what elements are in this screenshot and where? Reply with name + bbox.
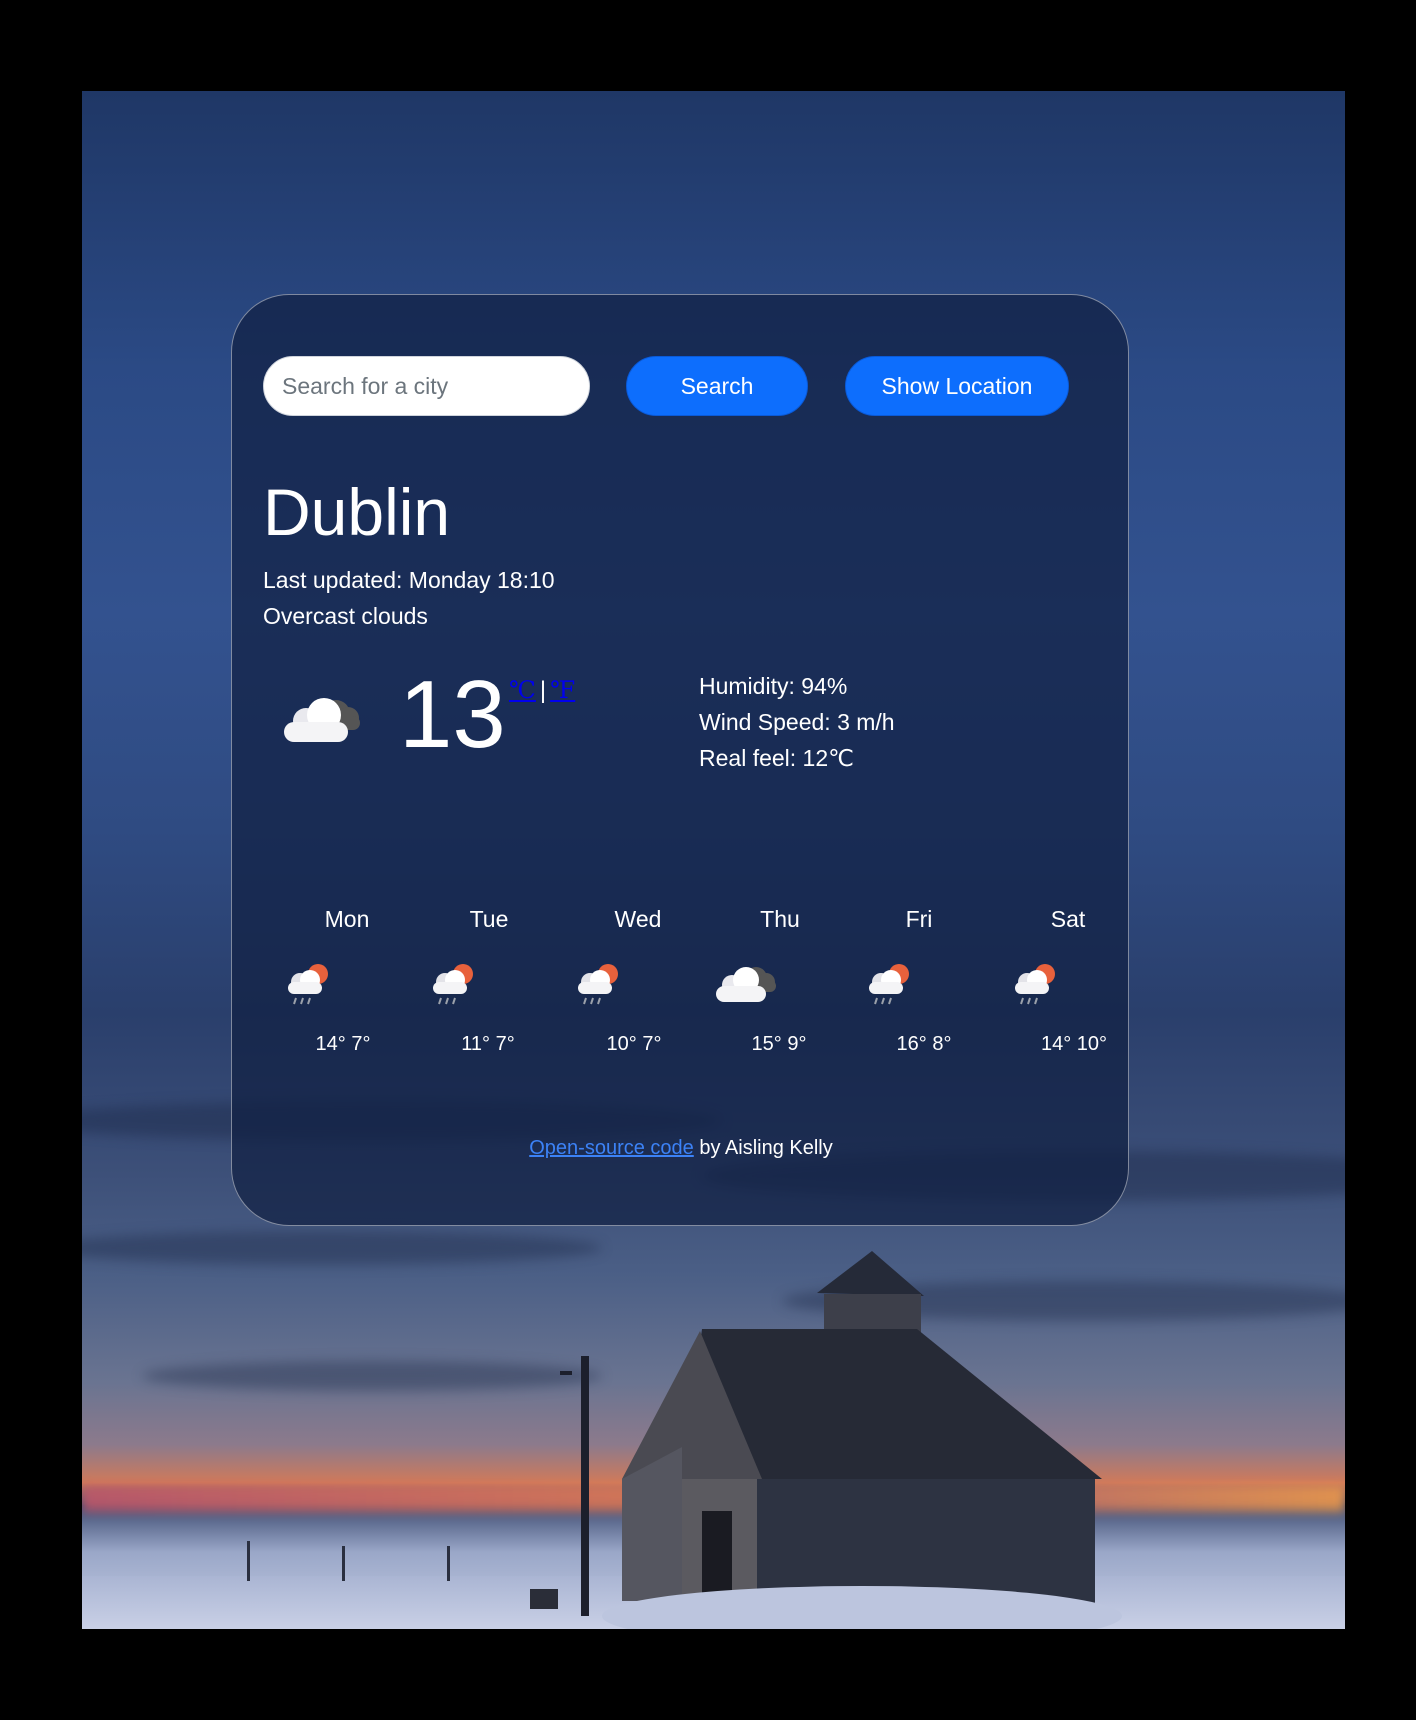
last-updated: Last updated: Monday 18:10 [263, 567, 555, 593]
forecast-day-fri: Fri [905, 906, 933, 932]
forecast-day-sat: Sat [1050, 906, 1086, 932]
unit-toggle: ℃ | ℉ [509, 676, 575, 705]
overcast-clouds-icon [716, 967, 776, 1002]
unit-separator: | [539, 677, 547, 704]
footer-author: by Aisling Kelly [693, 1137, 833, 1159]
forecast-day-thu: Thu [760, 906, 800, 932]
city-name: Dublin [263, 475, 451, 549]
weather-details: Humidity: 94% Wind Speed: 3 m/h Real fee… [699, 668, 895, 776]
celsius-link[interactable]: ℃ [509, 676, 536, 704]
overcast-clouds-icon [284, 698, 360, 742]
rain-sun-icon [869, 964, 909, 1005]
wind-speed: Wind Speed: 3 m/h [699, 709, 895, 735]
forecast-temps-thu: 15° 9° [751, 1033, 807, 1055]
real-feel: Real feel: 12℃ [699, 745, 854, 771]
weather-card: Search Show Location Dublin Last updated… [231, 294, 1129, 1226]
forecast-temps-wed: 10° 7° [606, 1033, 662, 1055]
rain-sun-icon [288, 964, 328, 1005]
forecast-temps-mon: 14° 7° [315, 1033, 371, 1055]
forecast-temps-tue: 11° 7° [461, 1033, 515, 1055]
fahrenheit-link[interactable]: ℉ [550, 676, 575, 704]
forecast-day-wed: Wed [614, 906, 662, 932]
weather-description: Overcast clouds [263, 603, 428, 629]
rain-sun-icon [578, 964, 618, 1005]
current-temperature: 13 [399, 661, 506, 768]
search-button[interactable]: Search [626, 356, 808, 416]
city-search-input[interactable] [263, 356, 590, 416]
humidity: Humidity: 94% [699, 673, 848, 699]
forecast-day-tue: Tue [469, 906, 509, 932]
forecast-temps-fri: 16° 8° [896, 1033, 952, 1055]
footer-credit: Open-source code by Aisling Kelly [232, 1135, 1130, 1161]
forecast-day-mon: Mon [324, 906, 370, 932]
open-source-link[interactable]: Open-source code [529, 1137, 694, 1159]
show-location-button[interactable]: Show Location [845, 356, 1069, 416]
rain-sun-icon [1015, 964, 1055, 1005]
forecast-temps-sat: 14° 10° [1040, 1033, 1108, 1055]
rain-sun-icon [433, 964, 473, 1005]
